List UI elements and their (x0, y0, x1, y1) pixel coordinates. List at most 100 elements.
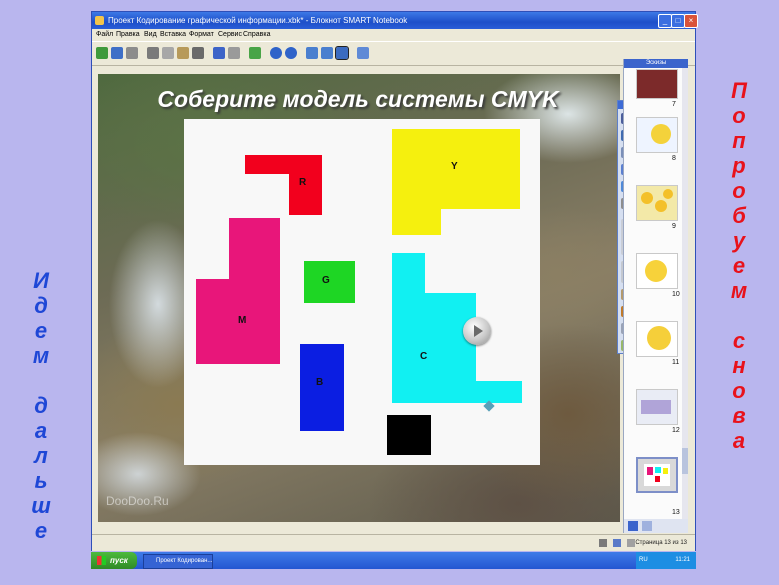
zoom-in-icon[interactable] (306, 47, 318, 59)
retry-letter: е (732, 253, 746, 278)
menu-bar: Файл Правка Вид Вставка Формат Сервис Сп… (92, 29, 695, 41)
page-thumbnail[interactable] (636, 185, 678, 221)
magenta-piece[interactable]: M (196, 218, 280, 364)
app-icon (95, 16, 104, 25)
full-screen-icon[interactable] (357, 47, 369, 59)
menu-insert[interactable]: Вставка (160, 29, 186, 41)
start-button[interactable]: пуск (91, 552, 137, 569)
retry-letter: п (732, 128, 746, 153)
cyan-piece[interactable]: C (392, 253, 522, 403)
magenta-piece-label: M (238, 315, 247, 326)
play-button[interactable] (463, 317, 491, 345)
retry-letter: о (732, 378, 746, 403)
page-number: 13 (672, 509, 680, 516)
page-number: 11 (672, 359, 680, 366)
retry-letter: о (732, 103, 746, 128)
maximize-button[interactable]: □ (671, 14, 685, 28)
page-number: 9 (672, 223, 676, 230)
page-number: 8 (672, 155, 676, 162)
menu-file[interactable]: Файл (96, 29, 113, 41)
next-letter: ь (34, 468, 48, 493)
puzzle-board: R Y M G B C (184, 119, 540, 465)
pen-icon[interactable] (613, 539, 621, 547)
retry-letter: в (732, 403, 746, 428)
zoom-out-icon[interactable] (321, 47, 333, 59)
cut-icon[interactable] (147, 47, 159, 59)
scrollbar-thumb[interactable] (682, 448, 688, 474)
menu-help[interactable]: Справка (243, 29, 270, 41)
next-letter: д (34, 293, 48, 318)
main-toolbar (92, 41, 695, 66)
yellow-piece-label: Y (451, 161, 458, 172)
redo-icon[interactable] (228, 47, 240, 59)
page-number: 12 (672, 427, 680, 434)
next-letter: а (34, 418, 48, 443)
title-bar: Проект Кодирование графической информаци… (92, 12, 698, 29)
menu-view[interactable]: Вид (144, 29, 157, 41)
nav-link-next[interactable]: Идемдальше (26, 268, 56, 543)
slide-title: Соберите модель системы CMYK (157, 86, 559, 112)
sidebar-header: Эскизы (624, 59, 688, 68)
next-letter: е (34, 518, 48, 543)
page-sorter-panel: Эскизы 7 8 9 10 11 12 13 (623, 59, 688, 533)
retry-letter: б (732, 203, 746, 228)
clock: 11:21 (675, 557, 690, 563)
retry-letter: м (730, 278, 748, 303)
language-indicator[interactable]: RU (639, 552, 648, 569)
next-page-icon[interactable] (285, 47, 297, 59)
green-piece[interactable]: G (304, 261, 355, 303)
zoom-page-icon[interactable] (335, 46, 349, 60)
watermark: DooDoo.Ru (106, 494, 169, 508)
page-thumbnail[interactable] (636, 321, 678, 357)
settings-icon[interactable] (599, 539, 607, 547)
gallery-tab-icon[interactable] (642, 521, 652, 531)
notebook-window: Проект Кодирование графической информаци… (91, 11, 698, 551)
status-bar: Страница 13 из 13 (92, 534, 695, 551)
red-piece[interactable]: R (245, 155, 322, 215)
black-piece[interactable] (387, 415, 431, 455)
undo-icon[interactable] (213, 47, 225, 59)
open-icon[interactable] (96, 47, 108, 59)
previous-page-icon[interactable] (270, 47, 282, 59)
next-letter: д (34, 393, 48, 418)
sidebar-scrollbar[interactable] (682, 68, 688, 520)
print-icon[interactable] (126, 47, 138, 59)
page-thumbnail-current[interactable] (636, 457, 678, 493)
retry-letter: П (731, 78, 747, 103)
sidebar-tabs (624, 519, 688, 533)
next-letter: ш (31, 493, 51, 518)
page-thumbnail[interactable] (636, 69, 678, 99)
minimize-button[interactable]: _ (658, 14, 672, 28)
page-icon[interactable] (627, 539, 635, 547)
paste-icon[interactable] (177, 47, 189, 59)
nav-link-retry[interactable]: Попробуемснова (724, 78, 754, 453)
menu-format[interactable]: Формат (189, 29, 214, 41)
page-thumbnail[interactable] (636, 253, 678, 289)
menu-tools[interactable]: Сервис (218, 29, 242, 41)
save-icon[interactable] (111, 47, 123, 59)
page-sorter-tab-icon[interactable] (628, 521, 638, 531)
next-letter: л (34, 443, 48, 468)
taskbar-item-label: Проект Кодирован... (156, 558, 213, 564)
blue-piece[interactable]: B (300, 344, 344, 431)
page-number: 10 (672, 291, 680, 298)
add-page-icon[interactable] (249, 47, 261, 59)
copy-icon[interactable] (162, 47, 174, 59)
taskbar: пуск Проект Кодирован... RU 11:21 (91, 552, 696, 569)
windows-logo-icon (97, 556, 106, 565)
delete-icon[interactable] (192, 47, 204, 59)
page-thumbnail[interactable] (636, 117, 678, 153)
next-letter: И (33, 268, 49, 293)
retry-letter: р (732, 153, 746, 178)
close-button[interactable]: × (684, 14, 698, 28)
start-label: пуск (110, 556, 128, 565)
play-icon (474, 325, 483, 337)
red-piece-label: R (299, 177, 307, 188)
yellow-piece[interactable]: Y (392, 129, 520, 235)
page-thumbnail[interactable] (636, 389, 678, 425)
taskbar-item[interactable]: Проект Кодирован... (143, 554, 213, 569)
retry-letter: н (732, 353, 746, 378)
slide-canvas[interactable]: Соберите модель системы CMYK DooDoo.Ru R… (98, 74, 620, 522)
menu-edit[interactable]: Правка (116, 29, 140, 41)
page-number: 7 (672, 101, 676, 108)
